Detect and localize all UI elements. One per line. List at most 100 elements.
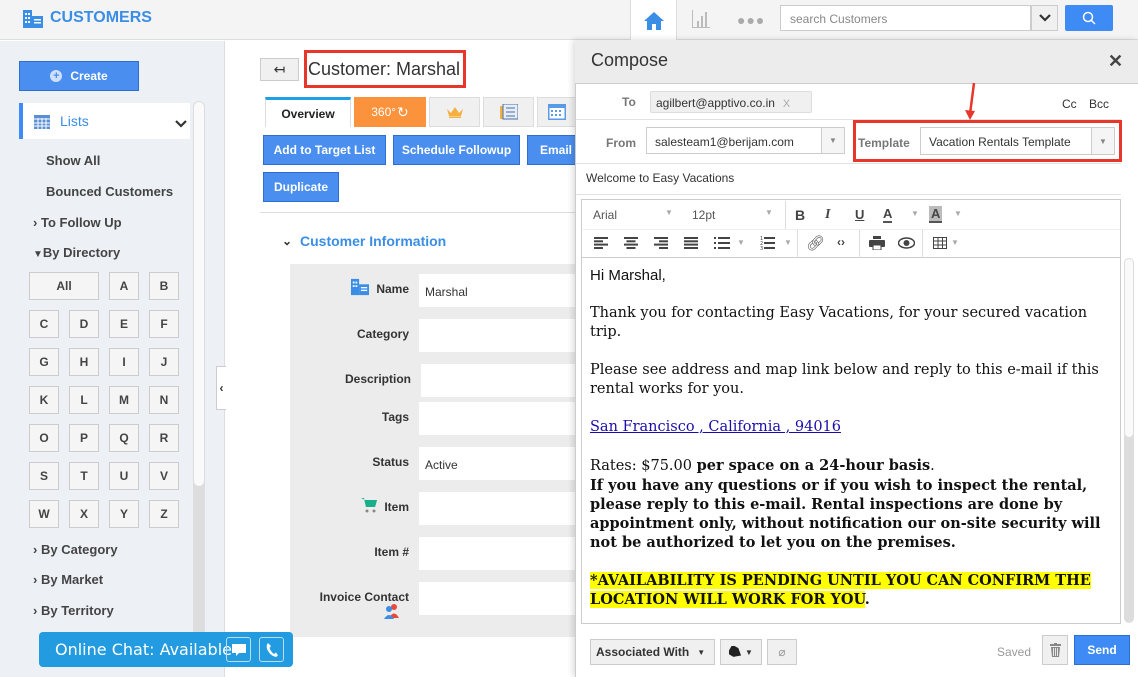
text-color-icon[interactable]: A [883, 206, 893, 223]
directory-letter-j[interactable]: J [149, 348, 179, 376]
invoice-contact-field[interactable] [419, 582, 580, 615]
by-territory-group[interactable]: › By Territory [33, 603, 114, 618]
underline-icon[interactable]: U [855, 207, 864, 222]
numbered-list-icon[interactable]: 123 [760, 236, 775, 250]
directory-letter-n[interactable]: N [149, 386, 179, 414]
tags-field[interactable] [419, 402, 580, 435]
tab-overview[interactable]: Overview [265, 97, 351, 127]
italic-icon[interactable]: I [825, 207, 830, 223]
font-size-select[interactable]: 12pt [692, 208, 715, 222]
by-directory-group[interactable]: ▼By Directory [33, 245, 120, 260]
directory-letter-a[interactable]: A [109, 272, 139, 300]
directory-letter-d[interactable]: D [69, 310, 99, 338]
from-select[interactable]: salesteam1@berijam.com ▼ [646, 127, 845, 154]
section-title[interactable]: Customer Information [300, 233, 446, 249]
directory-letter-f[interactable]: F [149, 310, 179, 338]
directory-letter-e[interactable]: E [109, 310, 139, 338]
status-field[interactable]: Active [419, 447, 580, 480]
print-icon[interactable] [869, 236, 885, 250]
nav-home[interactable] [630, 0, 677, 41]
name-field[interactable]: Marshal [419, 274, 580, 307]
item-field[interactable] [419, 492, 580, 525]
directory-letter-y[interactable]: Y [109, 500, 139, 528]
tab-crown[interactable] [429, 97, 480, 127]
directory-letter-all[interactable]: All [29, 272, 99, 300]
online-chat-widget[interactable]: Online Chat: Available [39, 632, 293, 667]
by-market-group[interactable]: › By Market [33, 572, 103, 587]
to-follow-up-group[interactable]: › To Follow Up [33, 215, 122, 230]
sidebar-scrollbar-thumb[interactable] [193, 101, 205, 487]
search-button[interactable] [1065, 5, 1113, 31]
directory-letter-p[interactable]: P [69, 424, 99, 452]
email-button[interactable]: Email [527, 135, 580, 165]
tab-360[interactable]: 360° ↻ [354, 97, 426, 127]
collapse-sidebar-handle[interactable]: ‹ [216, 366, 226, 410]
show-all-link[interactable]: Show All [46, 153, 100, 168]
align-left-icon[interactable] [594, 237, 608, 249]
directory-letter-w[interactable]: W [29, 500, 59, 528]
tab-calendar[interactable] [537, 97, 577, 127]
align-justify-icon[interactable] [684, 237, 698, 249]
close-icon[interactable]: ✕ [1108, 51, 1123, 72]
ellipsis-icon[interactable]: ●●● [737, 12, 765, 28]
link-icon[interactable]: 🔗︎ [806, 234, 825, 252]
to-recipient-chip[interactable]: agilbert@apptivo.co.in X [650, 91, 812, 113]
directory-letter-g[interactable]: G [29, 348, 59, 376]
bold-icon[interactable]: B [795, 207, 805, 223]
add-to-target-list-button[interactable]: Add to Target List [263, 135, 386, 165]
by-category-group[interactable]: › By Category [33, 542, 118, 557]
delete-draft-button[interactable] [1042, 635, 1068, 665]
directory-letter-u[interactable]: U [109, 462, 139, 490]
directory-letter-l[interactable]: L [69, 386, 99, 414]
directory-letter-o[interactable]: O [29, 424, 59, 452]
directory-letter-t[interactable]: T [69, 462, 99, 490]
email-body[interactable]: Hi Marshal, Thank you for contacting Eas… [590, 266, 1110, 609]
template-select[interactable]: Vacation Rentals Template ▼ [920, 127, 1115, 155]
align-center-icon[interactable] [624, 237, 638, 249]
chat-call-button[interactable] [259, 637, 284, 662]
address-link[interactable]: San Francisco , California , 94016 [590, 419, 841, 435]
remove-recipient-icon[interactable]: X [783, 98, 790, 110]
bullet-list-icon[interactable] [714, 237, 730, 249]
chevron-down-icon[interactable] [175, 120, 187, 128]
preview-icon[interactable] [898, 237, 915, 249]
description-field[interactable] [421, 364, 580, 397]
contacts-icon[interactable] [383, 603, 401, 619]
search-input[interactable]: search Customers [780, 5, 1031, 31]
table-icon[interactable] [933, 237, 947, 249]
directory-letter-k[interactable]: K [29, 386, 59, 414]
align-right-icon[interactable] [654, 237, 668, 249]
tab-form[interactable] [483, 97, 534, 127]
font-family-select[interactable]: Arial [593, 208, 617, 222]
bcc-link[interactable]: Bcc [1089, 97, 1109, 111]
directory-letter-h[interactable]: H [69, 348, 99, 376]
source-code-icon[interactable]: ‹› [837, 235, 845, 249]
schedule-followup-button[interactable]: Schedule Followup [393, 135, 520, 165]
background-color-icon[interactable]: A [929, 206, 943, 223]
chat-message-button[interactable] [226, 637, 251, 662]
attach-button[interactable]: ⌀ [767, 639, 797, 665]
directory-letter-c[interactable]: C [29, 310, 59, 338]
duplicate-button[interactable]: Duplicate [263, 172, 339, 202]
directory-letter-i[interactable]: I [109, 348, 139, 376]
category-field[interactable] [419, 319, 580, 352]
item-number-field[interactable] [419, 537, 580, 570]
back-button[interactable]: ↤ [260, 58, 299, 81]
chevron-down-icon[interactable]: ⌄ [282, 234, 292, 248]
directory-letter-s[interactable]: S [29, 462, 59, 490]
directory-letter-r[interactable]: R [149, 424, 179, 452]
send-button[interactable]: Send [1074, 635, 1130, 665]
directory-letter-m[interactable]: M [109, 386, 139, 414]
cc-link[interactable]: Cc [1062, 97, 1077, 111]
directory-letter-v[interactable]: V [149, 462, 179, 490]
bar-chart-icon[interactable] [690, 8, 712, 30]
associated-with-button[interactable]: Associated With ▼ [590, 639, 715, 665]
tag-button[interactable]: ▼ [720, 639, 762, 665]
directory-letter-x[interactable]: X [69, 500, 99, 528]
bounced-customers-link[interactable]: Bounced Customers [46, 184, 173, 199]
directory-letter-q[interactable]: Q [109, 424, 139, 452]
subject-field[interactable]: Welcome to Easy Vacations [586, 171, 734, 185]
editor-scrollbar-thumb[interactable] [1124, 258, 1134, 438]
directory-letter-z[interactable]: Z [149, 500, 179, 528]
create-button[interactable]: + Create [19, 61, 139, 91]
